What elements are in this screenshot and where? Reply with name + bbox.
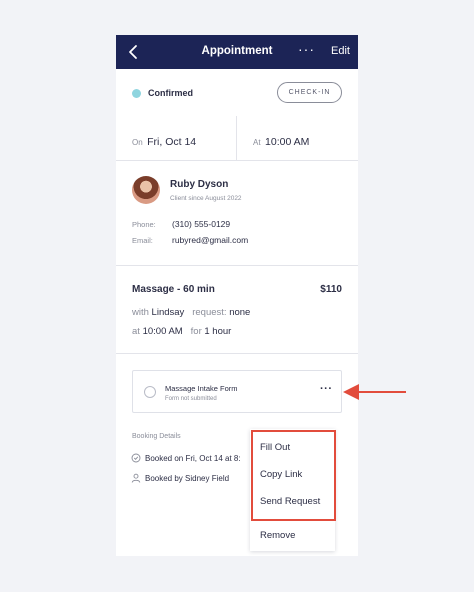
booked-by-line: Booked by Sidney Field [131,473,229,483]
more-options-button[interactable]: ··· [298,41,315,57]
intake-form-card[interactable]: Massage Intake Form Form not submitted ·… [132,370,342,413]
service-name: Massage - 60 min [132,284,215,295]
avatar[interactable] [132,176,160,204]
menu-item-remove[interactable]: Remove [260,530,295,541]
date-prefix: On [132,138,143,147]
service-staff-line: with Lindsay request: none [132,307,250,318]
email-value[interactable]: rubyred@gmail.com [172,235,248,245]
form-name: Massage Intake Form [165,384,238,393]
email-label: Email: [132,236,153,245]
service-price: $110 [320,284,342,295]
check-in-button[interactable]: CHECK-IN [277,82,342,103]
time-value: 10:00 AM [265,136,310,148]
client-since: Client since August 2022 [170,195,242,202]
phone-label: Phone: [132,220,156,229]
form-radio[interactable] [144,386,156,398]
time-field[interactable]: At 10:00 AM [237,116,358,160]
client-name[interactable]: Ruby Dyson [170,179,228,190]
request-prefix: request: [192,307,227,318]
at-prefix: at [132,326,140,337]
status-badge: Confirmed [148,88,193,98]
service-duration: 1 hour [204,326,232,337]
page-title: Appointment [201,45,273,57]
app-header: Appointment ··· Edit [116,35,358,69]
time-prefix: At [253,138,261,147]
service-time-line: at 10:00 AM for 1 hour [132,326,231,337]
phone-value[interactable]: (310) 555-0129 [172,219,230,229]
highlight-box [251,430,336,521]
client-section: Ruby Dyson Client since August 2022 Phon… [116,161,358,266]
for-prefix: for [190,326,202,337]
date-time-row: On Fri, Oct 14 At 10:00 AM [116,116,358,161]
user-icon [131,473,141,483]
booked-on-line: Booked on Fri, Oct 14 at 8: [131,453,241,463]
booking-details-title: Booking Details [132,433,181,440]
booked-on-text: Booked on Fri, Oct 14 at 8: [145,454,241,463]
form-status: Form not submitted [165,396,217,402]
form-more-button[interactable]: ··· [320,383,333,395]
with-prefix: with [132,307,149,318]
edit-button[interactable]: Edit [331,45,350,57]
date-field[interactable]: On Fri, Oct 14 [116,116,237,160]
date-value: Fri, Oct 14 [147,136,197,148]
arrow-annotation-icon [343,381,407,403]
request-value: none [229,307,251,318]
booked-by-text: Booked by Sidney Field [145,474,230,483]
service-time: 10:00 AM [142,326,183,337]
clock-icon [131,453,141,463]
service-section: Massage - 60 min $110 with Lindsay reque… [116,266,358,354]
status-dot [132,89,141,98]
staff-name: Lindsay [151,307,185,318]
